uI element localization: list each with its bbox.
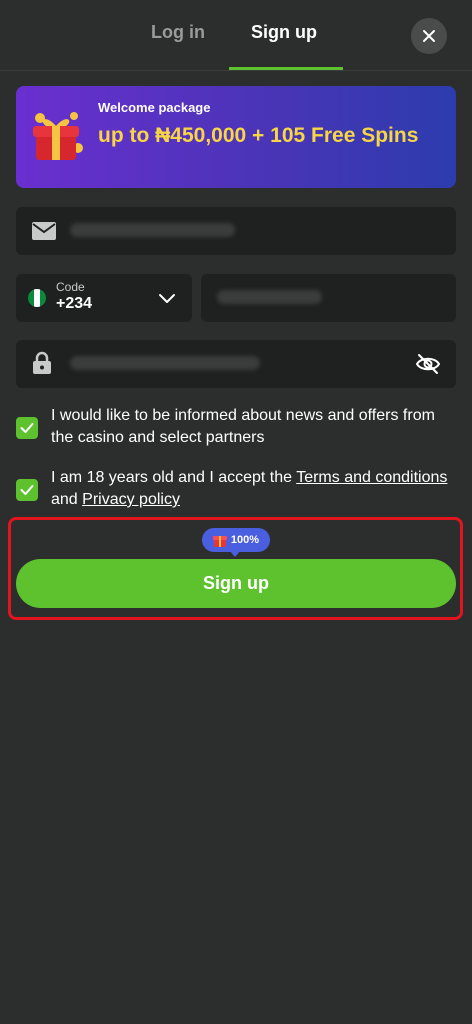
code-label: Code: [56, 280, 85, 294]
banner-subtitle: Welcome package: [98, 100, 211, 115]
auth-tabs: Log in Sign up: [0, 0, 472, 71]
bonus-badge: 100%: [202, 528, 270, 552]
chevron-down-icon: [159, 294, 175, 303]
gift-icon: [212, 536, 227, 547]
password-field[interactable]: [16, 340, 456, 388]
mail-icon: [32, 222, 56, 240]
terms-consent-row: I am 18 years old and I accept the Terms…: [16, 467, 456, 513]
email-placeholder-blurred: [70, 223, 235, 237]
terms-link[interactable]: Terms and conditions: [296, 469, 447, 486]
signup-button[interactable]: Sign up: [16, 559, 456, 608]
lock-icon: [33, 351, 51, 374]
active-tab-indicator: [229, 67, 343, 70]
terms-mid: and: [51, 491, 83, 508]
close-icon: [423, 30, 435, 42]
eye-off-icon[interactable]: [415, 353, 441, 375]
phone-placeholder-blurred: [217, 290, 322, 304]
banner-offer: up to ₦450,000 + 105 Free Spins: [98, 124, 419, 147]
phone-field[interactable]: [201, 274, 456, 322]
gift-icon: [33, 112, 83, 160]
country-code-select[interactable]: Code +234: [16, 274, 192, 322]
terms-prefix: I am 18 years old and I accept the: [51, 469, 297, 486]
badge-value: 100%: [230, 534, 260, 546]
privacy-link[interactable]: Privacy policy: [82, 491, 180, 508]
check-icon: [20, 485, 34, 495]
close-button[interactable]: [411, 18, 447, 54]
code-value: +234: [56, 295, 93, 312]
flag-icon: [28, 289, 46, 307]
password-placeholder-blurred: [70, 356, 260, 370]
tab-login[interactable]: Log in: [151, 22, 205, 43]
news-checkbox[interactable]: [16, 417, 38, 439]
welcome-banner[interactable]: Welcome package up to ₦450,000 + 105 Fre…: [16, 86, 456, 188]
email-field[interactable]: [16, 207, 456, 255]
news-consent-row: I would like to be informed about news a…: [16, 405, 456, 451]
news-consent-text: I would like to be informed about news a…: [51, 407, 435, 446]
tab-signup[interactable]: Sign up: [251, 22, 317, 43]
badge-pointer: [229, 550, 241, 557]
terms-consent-text: I am 18 years old and I accept the Terms…: [51, 467, 456, 511]
terms-checkbox[interactable]: [16, 479, 38, 501]
check-icon: [20, 423, 34, 433]
